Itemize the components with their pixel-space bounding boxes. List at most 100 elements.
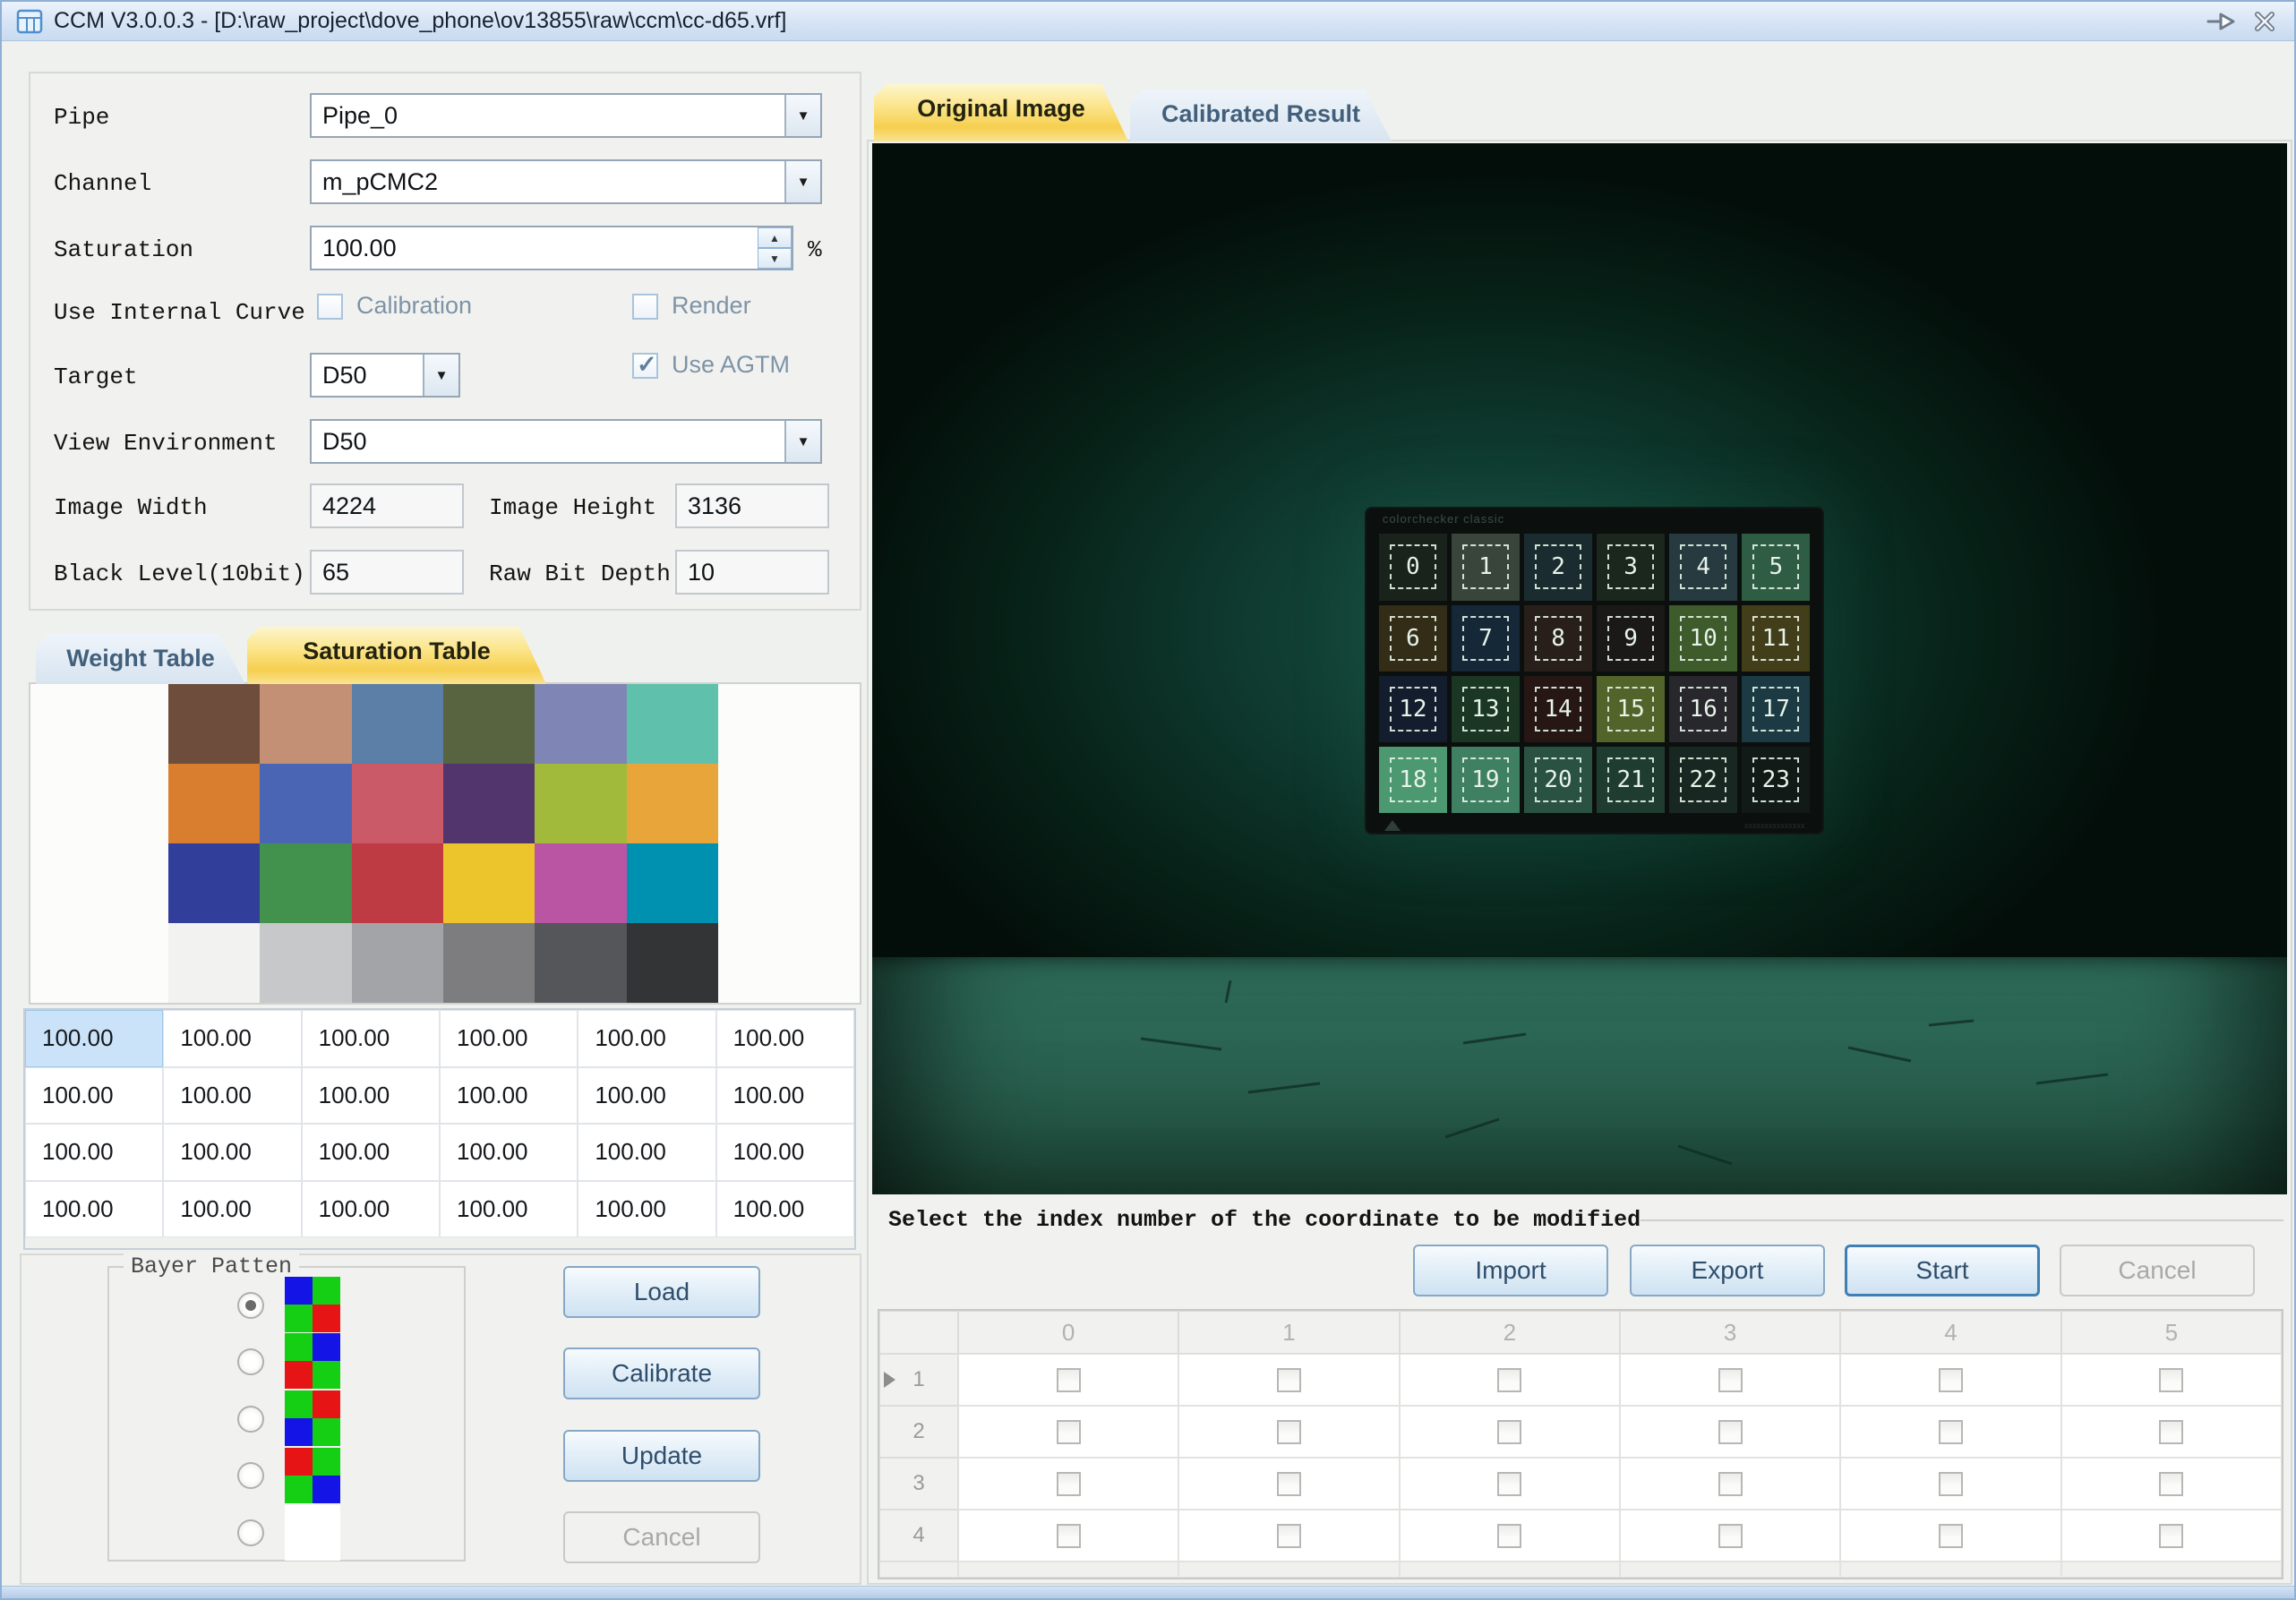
saturation-cell-r2c2[interactable]: 100.00 — [302, 1124, 440, 1181]
grid-cell-r4c1[interactable] — [1178, 1510, 1399, 1561]
grid-checkbox-r3c5[interactable] — [2159, 1472, 2183, 1496]
bayer-radio-3[interactable] — [237, 1462, 264, 1489]
saturation-cell-r2c1[interactable]: 100.00 — [163, 1124, 301, 1181]
image-patch-10[interactable]: 10 — [1669, 605, 1737, 672]
grid-cell-r1c4[interactable] — [1840, 1354, 2060, 1406]
grid-cell-r2c1[interactable] — [1178, 1406, 1399, 1458]
grid-checkbox-r1c5[interactable] — [2159, 1368, 2183, 1392]
grid-checkbox-r4c3[interactable] — [1718, 1524, 1743, 1548]
render-checkbox[interactable] — [632, 294, 658, 320]
image-patch-1[interactable]: 1 — [1452, 534, 1520, 600]
image-patch-3[interactable]: 3 — [1597, 534, 1665, 600]
saturation-cell-r3c2[interactable]: 100.00 — [302, 1181, 440, 1238]
saturation-cell-r1c1[interactable]: 100.00 — [163, 1067, 301, 1125]
saturation-input[interactable]: 100.00 ▲▼ — [310, 226, 793, 270]
spin-down-icon[interactable]: ▼ — [758, 248, 792, 269]
image-patch-23[interactable]: 23 — [1742, 747, 1810, 813]
image-patch-18[interactable]: 18 — [1379, 747, 1447, 813]
grid-cell-r2c4[interactable] — [1840, 1406, 2060, 1458]
grid-checkbox-r1c2[interactable] — [1497, 1368, 1521, 1392]
image-patch-17[interactable]: 17 — [1742, 676, 1810, 742]
saturation-cell-r1c2[interactable]: 100.00 — [302, 1067, 440, 1125]
image-patch-4[interactable]: 4 — [1669, 534, 1737, 600]
grid-checkbox-r1c4[interactable] — [1939, 1368, 1963, 1392]
saturation-cell-r1c0[interactable]: 100.00 — [25, 1067, 163, 1125]
chevron-down-icon[interactable]: ▼ — [423, 355, 458, 396]
close-icon[interactable] — [2249, 7, 2280, 36]
calibration-checkbox[interactable] — [317, 294, 343, 320]
image-patch-5[interactable]: 5 — [1742, 534, 1810, 600]
image-patch-15[interactable]: 15 — [1597, 676, 1665, 742]
image-patch-6[interactable]: 6 — [1379, 605, 1447, 672]
grid-cell-r1c1[interactable] — [1178, 1354, 1399, 1406]
saturation-cell-r3c4[interactable]: 100.00 — [578, 1181, 715, 1238]
bayer-radio-0[interactable] — [237, 1292, 264, 1319]
tab-weight-table[interactable]: Weight Table — [36, 634, 245, 684]
grid-checkbox-r1c1[interactable] — [1277, 1368, 1301, 1392]
grid-cell-r1c2[interactable] — [1400, 1354, 1620, 1406]
grid-checkbox-r3c3[interactable] — [1718, 1472, 1743, 1496]
float-window-icon[interactable] — [2203, 7, 2239, 36]
image-patch-16[interactable]: 16 — [1669, 676, 1737, 742]
saturation-cell-r3c1[interactable]: 100.00 — [163, 1181, 301, 1238]
bayer-radio-4[interactable] — [237, 1519, 264, 1546]
tab-saturation-table[interactable]: Saturation Table — [247, 627, 546, 684]
image-patch-2[interactable]: 2 — [1524, 534, 1592, 600]
black-level-field[interactable]: 65 — [310, 550, 464, 595]
grid-cell-r4c5[interactable] — [2061, 1510, 2282, 1561]
pipe-select[interactable]: Pipe_0 ▼ — [310, 93, 822, 138]
grid-cell-r4c0[interactable] — [958, 1510, 1178, 1561]
chevron-down-icon[interactable]: ▼ — [784, 95, 820, 136]
grid-cell-r3c1[interactable] — [1178, 1458, 1399, 1510]
grid-cell-r1c3[interactable] — [1620, 1354, 1840, 1406]
saturation-cell-r2c3[interactable]: 100.00 — [440, 1124, 578, 1181]
grid-cell-r3c5[interactable] — [2061, 1458, 2282, 1510]
tab-calibrated-result[interactable]: Calibrated Result — [1130, 90, 1392, 141]
grid-checkbox-r1c0[interactable] — [1057, 1368, 1081, 1392]
grid-cell-r3c0[interactable] — [958, 1458, 1178, 1510]
saturation-cell-r0c2[interactable]: 100.00 — [302, 1010, 440, 1067]
saturation-cell-r3c5[interactable]: 100.00 — [716, 1181, 854, 1238]
grid-cell-r1c5[interactable] — [2061, 1354, 2282, 1406]
grid-checkbox-r3c1[interactable] — [1277, 1472, 1301, 1496]
grid-cell-r3c2[interactable] — [1400, 1458, 1620, 1510]
grid-checkbox-r3c4[interactable] — [1939, 1472, 1963, 1496]
use-agtm-label[interactable]: Use AGTM — [672, 351, 790, 379]
grid-cell-r3c3[interactable] — [1620, 1458, 1840, 1510]
saturation-cell-r1c4[interactable]: 100.00 — [578, 1067, 715, 1125]
image-patch-14[interactable]: 14 — [1524, 676, 1592, 742]
grid-checkbox-r2c3[interactable] — [1718, 1420, 1743, 1444]
update-button[interactable]: Update — [563, 1430, 760, 1482]
bayer-radio-1[interactable] — [237, 1348, 264, 1375]
target-select[interactable]: D50 ▼ — [310, 353, 460, 398]
image-height-field[interactable]: 3136 — [675, 483, 829, 528]
image-patch-0[interactable]: 0 — [1379, 534, 1447, 600]
grid-checkbox-r3c2[interactable] — [1497, 1472, 1521, 1496]
spin-up-icon[interactable]: ▲ — [758, 227, 792, 248]
grid-checkbox-r4c2[interactable] — [1497, 1524, 1521, 1548]
calibrate-button[interactable]: Calibrate — [563, 1348, 760, 1399]
grid-checkbox-r2c4[interactable] — [1939, 1420, 1963, 1444]
grid-checkbox-r4c5[interactable] — [2159, 1524, 2183, 1548]
grid-cell-r1c0[interactable] — [958, 1354, 1178, 1406]
saturation-cell-r2c5[interactable]: 100.00 — [716, 1124, 854, 1181]
saturation-cell-r2c0[interactable]: 100.00 — [25, 1124, 163, 1181]
grid-cell-r4c4[interactable] — [1840, 1510, 2060, 1561]
chevron-down-icon[interactable]: ▼ — [784, 161, 820, 202]
grid-cell-r4c3[interactable] — [1620, 1510, 1840, 1561]
grid-checkbox-r2c2[interactable] — [1497, 1420, 1521, 1444]
grid-checkbox-r4c0[interactable] — [1057, 1524, 1081, 1548]
image-patch-20[interactable]: 20 — [1524, 747, 1592, 813]
grid-cell-r2c5[interactable] — [2061, 1406, 2282, 1458]
tab-original-image[interactable]: Original Image — [874, 84, 1128, 141]
grid-cell-r2c2[interactable] — [1400, 1406, 1620, 1458]
saturation-cell-r0c1[interactable]: 100.00 — [163, 1010, 301, 1067]
bayer-radio-2[interactable] — [237, 1406, 264, 1433]
export-button[interactable]: Export — [1630, 1245, 1825, 1296]
cancel-button-right[interactable]: Cancel — [2060, 1245, 2255, 1296]
image-patch-13[interactable]: 13 — [1452, 676, 1520, 742]
render-label[interactable]: Render — [672, 292, 751, 320]
calibration-label[interactable]: Calibration — [356, 292, 472, 320]
image-width-field[interactable]: 4224 — [310, 483, 464, 528]
original-image-viewer[interactable]: colorchecker classic 0123456789101112131… — [872, 143, 2287, 1194]
